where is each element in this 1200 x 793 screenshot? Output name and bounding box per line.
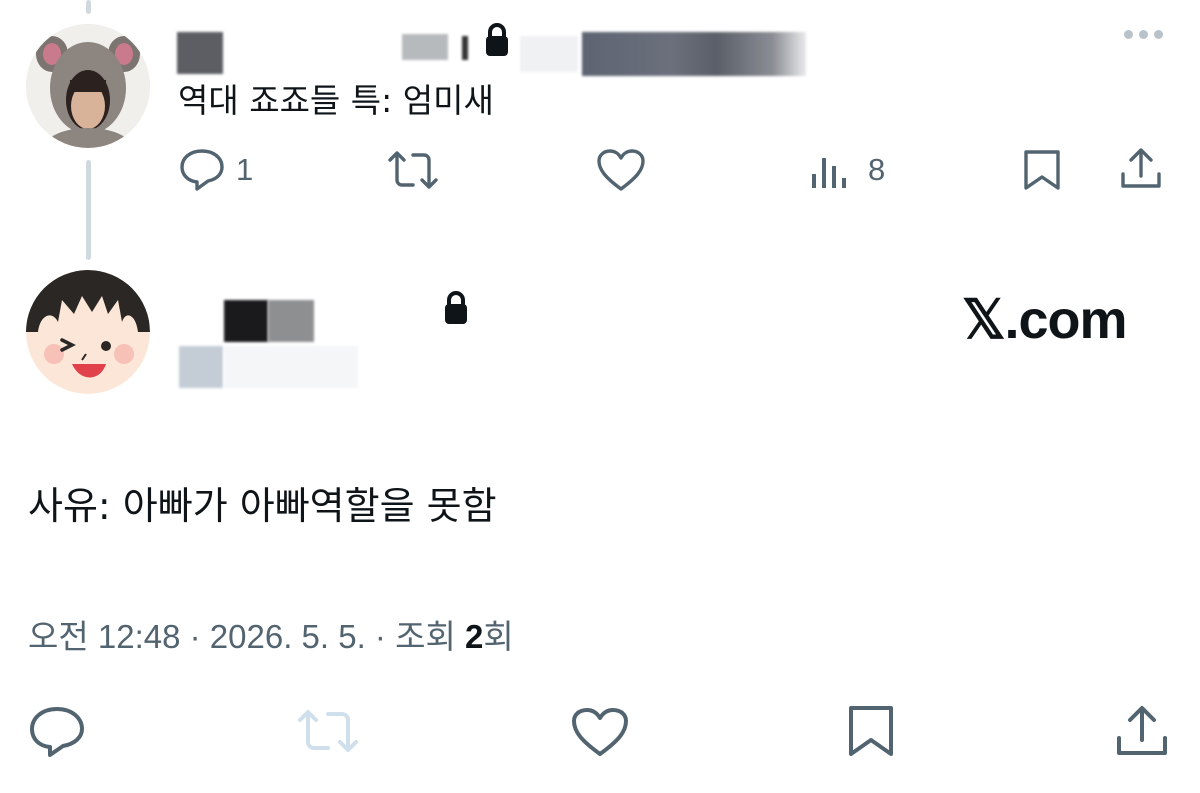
reply-icon[interactable] xyxy=(28,706,86,758)
main-author-name-redacted xyxy=(224,300,268,342)
retweet-icon[interactable] xyxy=(386,150,440,190)
tweet-timestamp: 오전 12:48 · 2026. 5. 5. · 조회 2회 xyxy=(28,610,514,658)
reply-count: 1 xyxy=(236,152,254,187)
parent-tweet-text: 역대 죠죠들 특: 엄미새 xyxy=(178,81,494,120)
main-author-name-redacted-2 xyxy=(268,300,314,342)
main-handle-redacted-2 xyxy=(224,346,358,388)
like-icon[interactable] xyxy=(596,148,646,192)
reply-icon[interactable] xyxy=(178,148,226,192)
timestamp-text: 오전 12:48 · 2026. 5. 5. · 조회 xyxy=(28,618,465,655)
lock-icon xyxy=(484,22,510,58)
bookmark-icon[interactable] xyxy=(1022,148,1062,192)
views-value: 2 xyxy=(464,618,484,655)
parent-handle-redacted-2 xyxy=(520,36,578,72)
parent-author-name-redacted-3 xyxy=(462,36,468,60)
parent-author-name-redacted xyxy=(177,32,223,74)
more-icon[interactable] xyxy=(1124,30,1163,39)
main-handle-redacted xyxy=(179,346,223,388)
parent-avatar[interactable] xyxy=(26,24,150,148)
main-tweet-text: 사유: 아빠가 아빠역할을 못함 xyxy=(28,484,497,528)
parent-handle-redacted xyxy=(582,32,806,76)
brand-watermark: 𝕏.com xyxy=(962,290,1128,350)
lock-icon xyxy=(442,290,470,326)
views-icon[interactable] xyxy=(810,152,850,190)
parent-author-name-redacted-2 xyxy=(402,34,448,60)
share-icon[interactable] xyxy=(1118,146,1164,192)
views-suffix: 회 xyxy=(483,618,514,655)
thread-line-top xyxy=(86,0,91,14)
thread-line xyxy=(86,160,91,260)
share-icon[interactable] xyxy=(1114,704,1170,758)
like-icon[interactable] xyxy=(570,706,630,758)
bookmark-icon[interactable] xyxy=(846,704,896,758)
retweet-icon-disabled xyxy=(296,708,360,754)
main-avatar[interactable] xyxy=(26,270,150,394)
views-count: 8 xyxy=(868,152,886,187)
